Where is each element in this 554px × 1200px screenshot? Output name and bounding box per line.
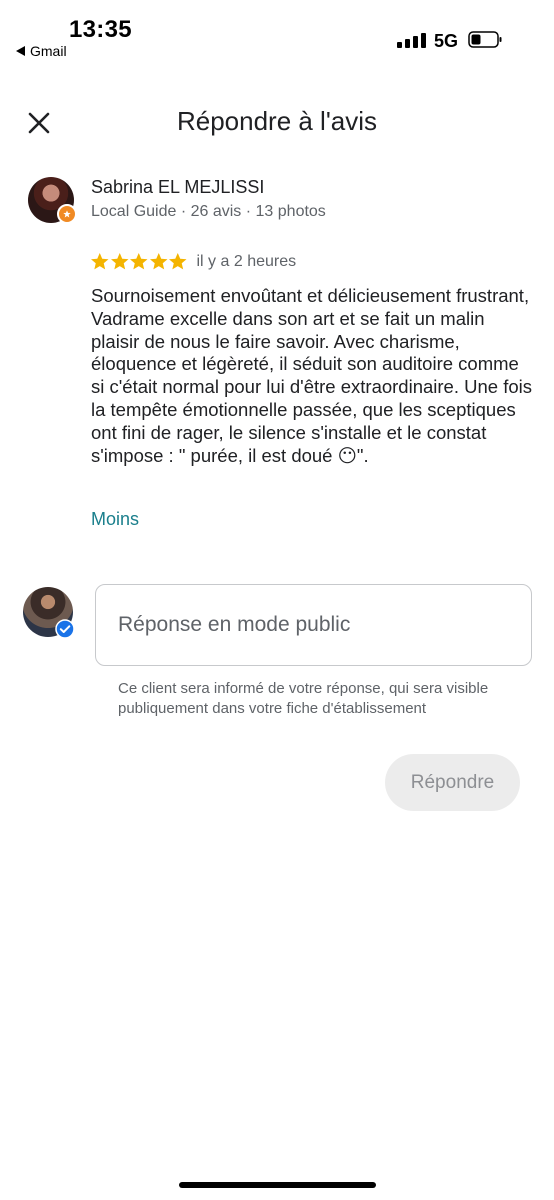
star-rating bbox=[90, 252, 188, 271]
status-time: 13:35 bbox=[69, 16, 132, 43]
local-guide-badge-icon bbox=[57, 204, 77, 224]
page-title: Répondre à l'avis bbox=[176, 106, 378, 136]
signal-strength-icon bbox=[397, 33, 426, 48]
back-triangle-icon bbox=[16, 46, 25, 56]
reply-helper-text: Ce client sera informé de votre réponse,… bbox=[118, 680, 489, 717]
submit-reply-button[interactable]: Répondre bbox=[385, 754, 520, 811]
rating-row: il y a 2 heures bbox=[90, 252, 296, 271]
reviewer-name[interactable]: Sabrina EL MEJLISSI bbox=[91, 177, 264, 198]
star-icon bbox=[110, 252, 128, 270]
back-to-app-link[interactable]: Gmail bbox=[16, 43, 67, 59]
owner-avatar bbox=[23, 587, 75, 639]
verified-badge-icon bbox=[55, 619, 75, 639]
show-less-link[interactable]: Moins bbox=[91, 509, 139, 530]
back-app-label: Gmail bbox=[30, 43, 67, 59]
star-icon bbox=[169, 252, 187, 270]
battery-icon bbox=[468, 31, 502, 48]
star-icon bbox=[149, 252, 167, 270]
reviewer-avatar[interactable] bbox=[28, 177, 77, 224]
review-time: il y a 2 heures bbox=[196, 252, 297, 270]
public-reply-input[interactable] bbox=[95, 584, 532, 666]
home-indicator[interactable] bbox=[179, 1182, 376, 1188]
reviewer-meta: Local Guide · 26 avis · 13 photos bbox=[91, 203, 326, 220]
star-icon bbox=[130, 252, 148, 270]
star-icon bbox=[91, 252, 109, 270]
review-text: Sournoisement envoûtant et délicieusemen… bbox=[91, 285, 532, 466]
network-type: 5G bbox=[434, 31, 459, 51]
